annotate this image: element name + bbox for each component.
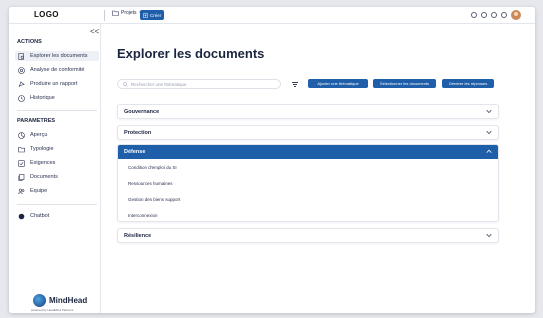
sidebar-item-documents[interactable]: Documents xyxy=(15,172,99,182)
checkbox-icon xyxy=(18,159,25,167)
topbar-divider xyxy=(104,10,105,21)
add-theme-button[interactable]: Ajouter une thématique xyxy=(308,79,368,88)
chevron-down-icon xyxy=(486,233,492,238)
chevron-down-icon xyxy=(486,130,492,135)
sidebar-item-chatbot[interactable]: Chatbot xyxy=(15,211,99,221)
sidebar-item-label: Explorer les documents xyxy=(30,53,88,59)
brand-tagline: powered by HeadMind Partners xyxy=(31,308,74,312)
params-section-title: PARAMETRES xyxy=(17,118,56,124)
logo: LOGO xyxy=(34,10,59,19)
select-documents-button[interactable]: Sélectionner les documents xyxy=(373,79,436,88)
brand-logo: MindHead xyxy=(33,294,87,307)
search-icon xyxy=(123,81,128,87)
sidebar-item-label: Equipe xyxy=(30,188,48,194)
list-item[interactable]: Condition d'emploi du SI xyxy=(128,165,177,170)
accordion-label: Défense xyxy=(124,149,146,155)
collapse-sidebar-button[interactable]: << xyxy=(90,28,99,36)
sidebar-item-produire-rapport[interactable]: Produire un rapport xyxy=(15,79,99,89)
list-item[interactable]: Gestion des biens support xyxy=(128,197,180,202)
history-icon xyxy=(18,94,25,102)
report-icon xyxy=(18,81,25,87)
team-icon xyxy=(18,188,25,194)
search-field[interactable] xyxy=(117,79,281,89)
actions-section-title: ACTIONS xyxy=(17,39,42,45)
sidebar: << ACTIONS Explorer les documents Analys… xyxy=(9,24,101,313)
accordion-label: Résilience xyxy=(124,233,152,239)
sidebar-item-apercu[interactable]: Aperçu xyxy=(15,130,99,140)
brand-name: MindHead xyxy=(49,295,88,305)
projects-label: Projets xyxy=(121,10,137,16)
plus-doc-icon xyxy=(143,12,148,18)
sidebar-item-label: Exigences xyxy=(30,160,56,166)
sidebar-item-label: Analyse de conformité xyxy=(30,67,85,73)
main-content: Explorer les documents Ajouter une théma… xyxy=(101,24,535,313)
sidebar-divider xyxy=(17,204,97,205)
accordion-defense: Défense Condition d'emploi du SI Ressour… xyxy=(117,144,499,222)
sidebar-item-explorer-documents[interactable]: Explorer les documents xyxy=(15,51,99,61)
settings-icon[interactable] xyxy=(491,12,497,18)
help-icon[interactable] xyxy=(501,12,507,18)
sidebar-item-label: Aperçu xyxy=(30,132,48,138)
sidebar-divider xyxy=(17,110,97,111)
brand-mark-icon xyxy=(33,294,46,307)
page-title: Explorer les documents xyxy=(117,46,265,61)
accordion-resilience[interactable]: Résilience xyxy=(117,228,499,243)
accordion-label: Protection xyxy=(124,130,152,136)
generate-answers-button[interactable]: Générer les réponses xyxy=(442,79,494,88)
globe-icon[interactable] xyxy=(481,12,487,18)
topbar-icons xyxy=(471,10,521,20)
overview-icon xyxy=(18,131,25,139)
target-icon xyxy=(18,66,25,74)
sidebar-item-label: Historique xyxy=(30,95,55,101)
accordion-label: Gouvernance xyxy=(124,109,160,115)
accordion-protection[interactable]: Protection xyxy=(117,125,499,140)
sidebar-item-equipe[interactable]: Equipe xyxy=(15,186,99,196)
list-item[interactable]: Interconnexion xyxy=(128,213,158,218)
sidebar-item-analyse-conformite[interactable]: Analyse de conformité xyxy=(15,65,99,75)
create-label: Créer xyxy=(150,12,162,18)
sidebar-item-exigences[interactable]: Exigences xyxy=(15,158,99,168)
document-search-icon xyxy=(18,52,24,60)
filter-button[interactable] xyxy=(290,80,300,89)
accordion-defense-header[interactable]: Défense xyxy=(118,145,498,159)
sidebar-item-label: Chatbot xyxy=(30,213,50,219)
home-icon[interactable] xyxy=(471,12,477,18)
folder-icon xyxy=(112,10,119,16)
top-bar: LOGO Projets Créer xyxy=(9,7,535,24)
chatbot-icon xyxy=(18,213,25,219)
accordion-gouvernance[interactable]: Gouvernance xyxy=(117,104,499,119)
search-input[interactable] xyxy=(131,81,271,87)
sidebar-item-label: Typologie xyxy=(30,146,54,152)
folder-icon xyxy=(18,146,25,152)
create-button[interactable]: Créer xyxy=(140,10,164,20)
sidebar-item-typologie[interactable]: Typologie xyxy=(15,144,99,154)
sidebar-item-label: Produire un rapport xyxy=(30,81,78,87)
sidebar-item-historique[interactable]: Historique xyxy=(15,93,99,103)
list-item[interactable]: Ressources humaines xyxy=(128,181,173,186)
sidebar-item-label: Documents xyxy=(30,174,58,180)
user-avatar[interactable] xyxy=(511,10,521,20)
app-window: LOGO Projets Créer << ACTIONS Explorer l… xyxy=(9,7,535,313)
chevron-up-icon xyxy=(486,149,492,153)
documents-icon xyxy=(18,173,25,181)
chevron-down-icon xyxy=(486,109,492,114)
